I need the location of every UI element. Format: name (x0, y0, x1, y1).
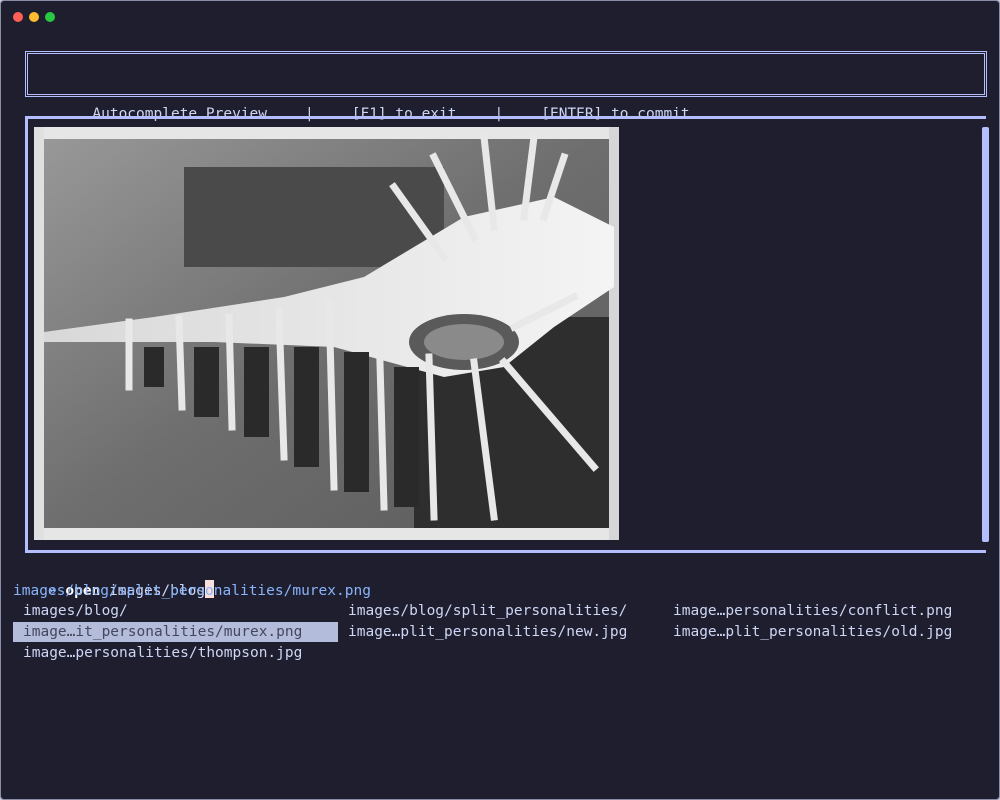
close-window-button[interactable] (13, 12, 23, 22)
command-prompt[interactable]: » open images/blog (13, 560, 215, 599)
completion-item[interactable]: image…plit_personalities/new.jpg (338, 622, 663, 642)
minimize-window-button[interactable] (29, 12, 39, 22)
zoom-window-button[interactable] (45, 12, 55, 22)
preview-scrollbar[interactable] (982, 127, 989, 542)
murex-shell-image (34, 127, 619, 540)
terminal-window: Autocomplete Preview | [F1] to exit | [ENTER… (0, 0, 1000, 800)
completion-item[interactable]: image…personalities/conflict.png (663, 601, 988, 621)
completion-item[interactable]: images/blog/ (13, 601, 338, 621)
image-preview-pane (25, 116, 989, 553)
completion-item[interactable]: images/blog/split_personalities/ (338, 601, 663, 621)
completion-item[interactable]: image…personalities/thompson.jpg (13, 643, 338, 663)
completion-item[interactable]: image…plit_personalities/old.jpg (663, 622, 988, 642)
preview-header: Autocomplete Preview | [F1] to exit | [ENTER… (25, 51, 987, 122)
completion-item-selected[interactable]: image…it_personalities/murex.png (13, 622, 338, 642)
hint-text: images/blog/split_personalities/murex.pn… (13, 583, 371, 599)
